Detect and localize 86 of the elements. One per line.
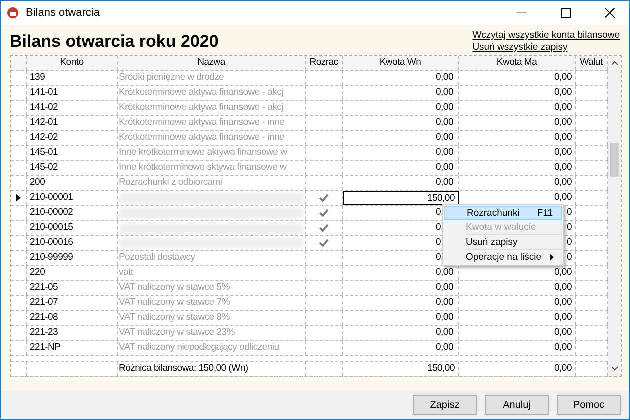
column-header[interactable]: Rozrac bbox=[306, 56, 343, 70]
table-cell: Krótkoterminowe aktywa finansowe - akcj bbox=[119, 102, 284, 113]
table-cell-text: 0,00 bbox=[436, 146, 454, 160]
dialog-button[interactable]: Pomoc bbox=[557, 395, 621, 415]
maximize-icon[interactable] bbox=[561, 8, 571, 18]
table-cell: 0,00 bbox=[459, 161, 576, 175]
column-header[interactable]: Kwota Ma bbox=[459, 56, 576, 70]
table-cell: Inne krótkoterminowe aktywa finansowe w bbox=[119, 147, 288, 158]
table-cell: 0,00 bbox=[459, 146, 576, 160]
table-cell: 0,00 bbox=[459, 131, 576, 145]
table-cell: 210-00015 bbox=[27, 221, 118, 235]
table-cell-text: 0,00 bbox=[436, 71, 454, 85]
page-heading: Bilans otwarcia roku 2020 bbox=[10, 32, 219, 52]
table-cell-text: 0,00 bbox=[436, 116, 454, 130]
submenu-arrow-icon bbox=[550, 254, 554, 260]
table-cell-text: 0,00 bbox=[436, 296, 454, 310]
table-cell: 0,00 bbox=[459, 326, 576, 340]
table-cell-text: 0,00 bbox=[436, 266, 454, 280]
dialog-button[interactable]: Zapisz bbox=[413, 395, 477, 415]
table-cell: vatt bbox=[119, 267, 134, 278]
table-cell: 200 bbox=[27, 176, 118, 190]
link[interactable]: Wczytaj wszystkie konta bilansowe bbox=[472, 30, 620, 42]
table-cell-text: 0,00 bbox=[436, 281, 454, 295]
table-cell: 145-02 bbox=[27, 161, 118, 175]
table-cell: 0,00 bbox=[459, 311, 576, 325]
table-cell-text: 0,00 bbox=[436, 311, 454, 325]
table-cell: Pozostali dostawcy bbox=[119, 252, 196, 263]
scrollbar[interactable] bbox=[608, 56, 621, 376]
table-cell: VAT naliczony w stawce 5% bbox=[119, 282, 230, 293]
table-cell: 221-07 bbox=[27, 296, 118, 310]
table-cell-text: 0,00 bbox=[436, 131, 454, 145]
table-cell: 139 bbox=[27, 71, 118, 85]
table-cell: Rozrachunki z odbiorcami bbox=[119, 177, 222, 188]
table-cell: 141-01 bbox=[27, 86, 118, 100]
table-cell: Krótkoterminowe aktywa finansowe - inne bbox=[119, 117, 285, 128]
window-title: Bilans otwarcia bbox=[26, 7, 100, 19]
table-cell-text: 0,00 bbox=[436, 101, 454, 115]
scroll-up-icon[interactable] bbox=[610, 61, 618, 66]
table-cell: 221-08 bbox=[27, 311, 118, 325]
table-cell: 220 bbox=[27, 266, 118, 280]
table-cell: 210-00016 bbox=[27, 236, 118, 250]
table-cell: Różnica bilansowa: 150,00 (Wn) bbox=[118, 362, 306, 376]
table-cell: 0,00 bbox=[459, 362, 576, 376]
table-cell-text: 0,00 bbox=[436, 161, 454, 175]
table-cell: 150,00 bbox=[427, 192, 455, 204]
table-cell: Krótkoterminowe aktywa finansowe - inne bbox=[119, 132, 285, 143]
table-cell-text: 0,00 bbox=[436, 326, 454, 340]
table-cell: 0,00 bbox=[459, 296, 576, 310]
table-cell: 0,00 bbox=[459, 116, 576, 130]
scroll-thumb[interactable] bbox=[610, 143, 619, 177]
table-cell: 142-01 bbox=[27, 116, 118, 130]
table-cell: 145-01 bbox=[27, 146, 118, 160]
table-cell: 0,00 bbox=[459, 341, 576, 355]
table-cell: 210-00001 bbox=[27, 191, 118, 205]
column-header[interactable]: Nazwa bbox=[118, 56, 306, 70]
table-cell: Krótkoterminowe aktywa finansowe - akcj bbox=[119, 87, 284, 98]
table-cell: 0,00 bbox=[459, 86, 576, 100]
table-cell: 150,00 bbox=[343, 362, 459, 376]
table-cell: 0,00 bbox=[459, 71, 576, 85]
table-cell: 141-02 bbox=[27, 101, 118, 115]
table-cell-text: 0,00 bbox=[436, 176, 454, 190]
table-cell: VAT naliczony niepodlegający odliczeniu bbox=[119, 342, 280, 353]
table-cell: VAT naliczony w stawce 23% bbox=[119, 327, 235, 338]
table-cell: 221-23 bbox=[27, 326, 118, 340]
table-cell-text: 0,00 bbox=[436, 341, 454, 355]
table-cell: 0,00 bbox=[459, 101, 576, 115]
dialog-button[interactable]: Anuluj bbox=[485, 395, 549, 415]
table-cell: 142-02 bbox=[27, 131, 118, 145]
table-cell: 0,00 bbox=[459, 281, 576, 295]
menu-item[interactable]: Rozrachunki F11 bbox=[444, 206, 562, 220]
app-icon bbox=[7, 7, 19, 19]
table-cell-text: 0,00 bbox=[436, 86, 454, 100]
table-cell: VAT naliczony w stawce 8% bbox=[119, 312, 230, 323]
table-cell: Środki pieniężne w drodze bbox=[119, 72, 224, 83]
table-cell: 0,00 bbox=[459, 176, 576, 190]
table-cell: 221-NP bbox=[27, 341, 118, 355]
column-header[interactable]: Kwota Wn bbox=[343, 56, 459, 70]
scroll-down-icon[interactable] bbox=[610, 366, 618, 371]
link[interactable]: Usuń wszystkie zapisy bbox=[472, 42, 568, 54]
column-header[interactable]: Konto bbox=[27, 56, 118, 70]
table-cell: VAT naliczony w stawce 7% bbox=[119, 297, 230, 308]
table-cell: 210-00002 bbox=[27, 206, 118, 220]
table-cell: 221-05 bbox=[27, 281, 118, 295]
table-cell: 210-99999 bbox=[27, 251, 118, 265]
table-cell: Inne krótkoterminowe sktywa finansowe w bbox=[119, 162, 287, 173]
close-icon[interactable] bbox=[605, 8, 615, 18]
